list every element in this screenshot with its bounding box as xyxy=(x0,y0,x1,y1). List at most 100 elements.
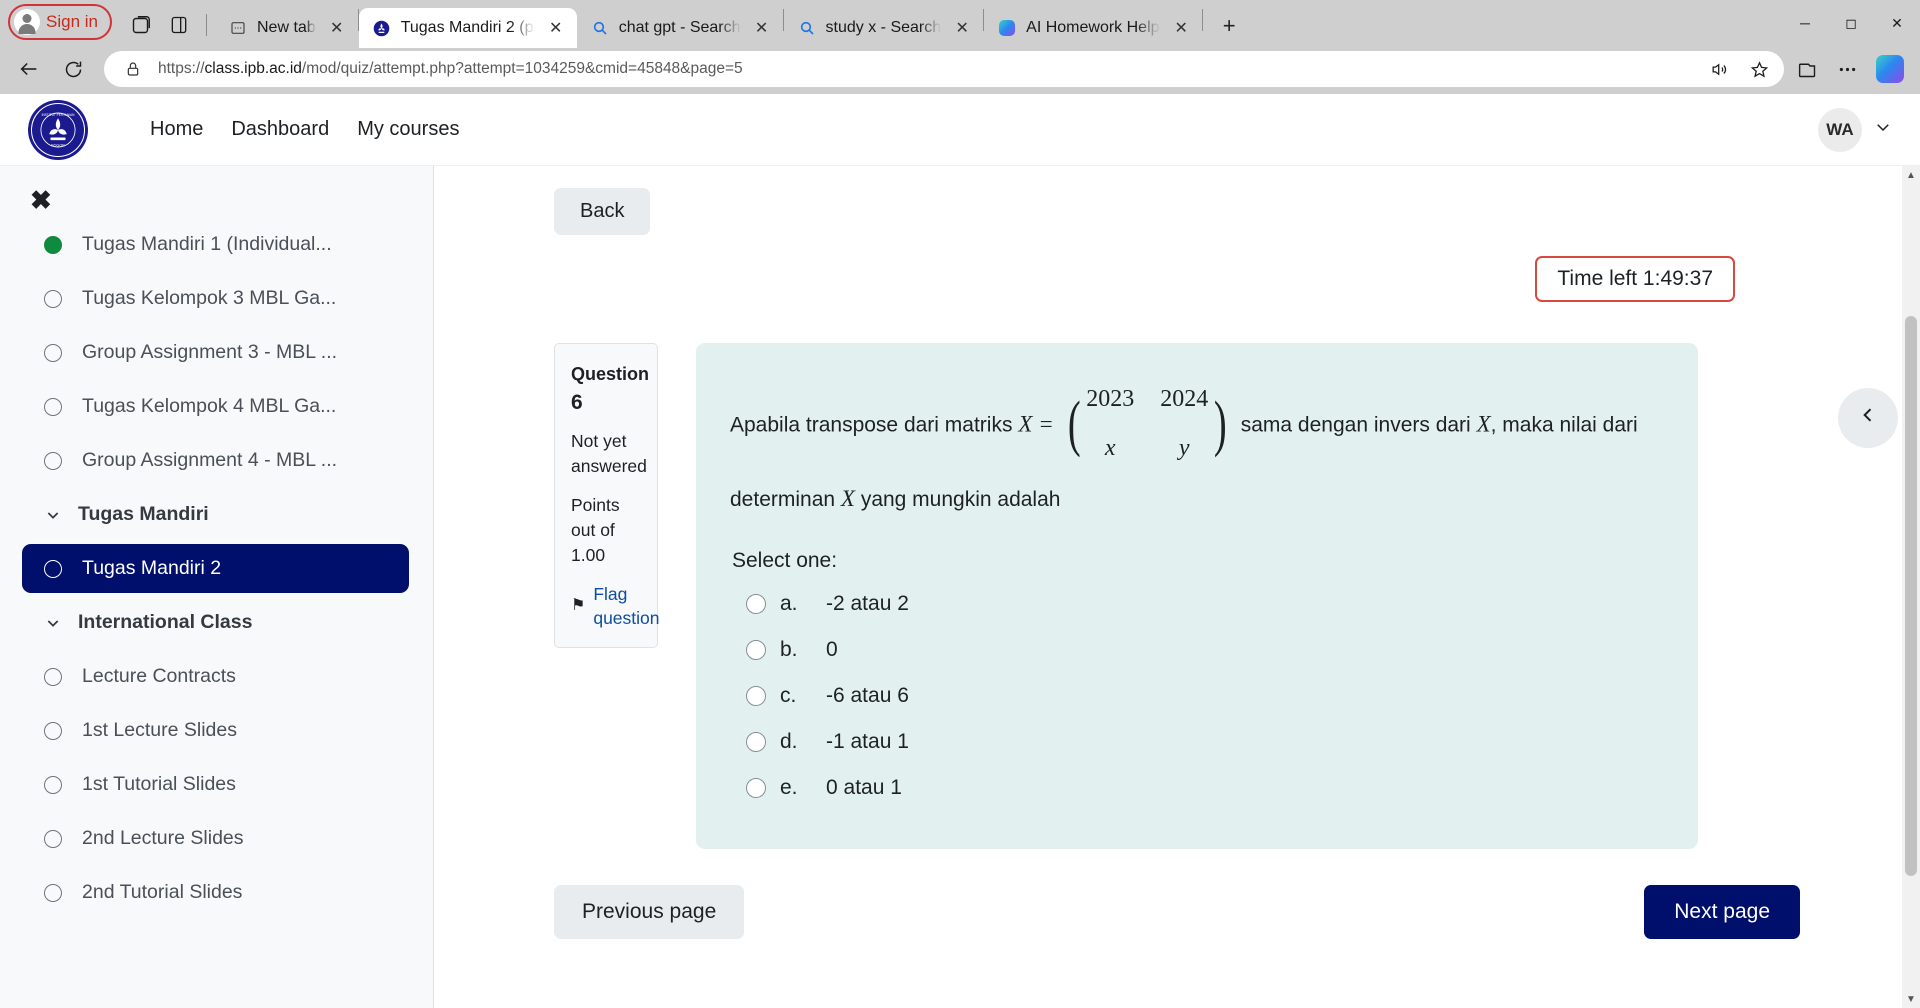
matrix-left-paren: ( xyxy=(1067,390,1081,458)
split-screen-icon[interactable] xyxy=(162,8,196,42)
completion-dot-icon xyxy=(44,559,62,578)
tab-close-icon[interactable]: ✕ xyxy=(545,17,567,39)
close-icon[interactable]: ✖ xyxy=(30,185,52,216)
question-equals: = xyxy=(1038,411,1054,437)
sign-in-button[interactable]: Sign in xyxy=(8,4,112,40)
page-scrollbar-thumb[interactable] xyxy=(1905,316,1917,876)
sidebar-section-international-class[interactable]: International Class xyxy=(22,598,409,647)
back-button[interactable]: Back xyxy=(554,188,651,235)
question-info-panel: Question 6 Not yet answered Points out o… xyxy=(554,343,660,649)
user-menu[interactable]: WA xyxy=(1818,107,1892,152)
answer-text: -1 atau 1 xyxy=(826,729,909,753)
new-tab-button[interactable]: + xyxy=(1211,8,1247,44)
back-arrow-icon[interactable] xyxy=(10,50,48,88)
sidebar-item-lecture-contracts[interactable]: Lecture Contracts xyxy=(22,652,409,701)
browser-tab-0[interactable]: New tab ✕ xyxy=(215,8,358,48)
ellipsis-icon[interactable] xyxy=(1830,52,1864,86)
tab-close-icon[interactable]: ✕ xyxy=(326,17,348,39)
radio-icon[interactable] xyxy=(746,777,766,798)
radio-icon[interactable] xyxy=(746,685,766,706)
question-points: Points out of 1.00 xyxy=(571,495,620,565)
sidebar-scroll-area[interactable]: Tugas Mandiri 1 (Individual... Tugas Kel… xyxy=(0,234,433,1008)
radio-icon[interactable] xyxy=(746,731,766,752)
answer-option-b[interactable]: b. 0 xyxy=(730,627,1658,673)
refresh-icon[interactable] xyxy=(54,50,92,88)
sidebar-item-tugas-mandiri-2[interactable]: Tugas Mandiri 2 xyxy=(22,544,409,593)
page-scrollbar[interactable]: ▲ ▼ xyxy=(1902,166,1920,1008)
page-scroll-down-icon[interactable]: ▼ xyxy=(1902,990,1920,1008)
browser-chrome: Sign in New tab ✕ Tugas Mandiri 2 (p ✕ c… xyxy=(0,0,1920,94)
quiz-timer: Time left 1:49:37 xyxy=(1535,256,1735,302)
completion-dot-icon xyxy=(44,235,62,254)
copilot-favicon xyxy=(998,19,1016,37)
read-aloud-icon[interactable] xyxy=(1704,54,1734,84)
nav-link-my-courses[interactable]: My courses xyxy=(343,110,473,149)
url-bar[interactable]: https://class.ipb.ac.id/mod/quiz/attempt… xyxy=(104,51,1784,87)
workspaces-icon[interactable] xyxy=(124,8,158,42)
sidebar-section-tugas-mandiri[interactable]: Tugas Mandiri xyxy=(22,490,409,539)
radio-icon[interactable] xyxy=(746,593,766,614)
chevron-down-icon xyxy=(44,615,62,631)
answer-letter: b. xyxy=(780,637,798,661)
sidebar-item-group-assignment-4[interactable]: Group Assignment 4 - MBL ... xyxy=(22,436,409,485)
answer-option-e[interactable]: e. 0 atau 1 xyxy=(730,765,1658,811)
sidebar-item-tugas-kelompok-3[interactable]: Tugas Kelompok 3 MBL Ga... xyxy=(22,274,409,323)
question-row: Question 6 Not yet answered Points out o… xyxy=(554,343,1920,849)
question-matrix: ( 2023 2024 x y ) xyxy=(1064,375,1231,473)
sidebar-item-label: Lecture Contracts xyxy=(82,665,236,687)
chevron-down-icon[interactable] xyxy=(1874,118,1892,141)
tab-close-icon[interactable]: ✕ xyxy=(951,17,973,39)
profile-avatar-icon xyxy=(14,9,40,35)
answer-letter: d. xyxy=(780,729,798,753)
sidebar-item-tugas-mandiri-1[interactable]: Tugas Mandiri 1 (Individual... xyxy=(22,234,409,269)
minimize-button[interactable]: ─ xyxy=(1782,0,1828,46)
browser-tab-4[interactable]: AI Homework Helper ✕ xyxy=(984,8,1202,48)
search-icon xyxy=(591,19,609,37)
browser-tab-3[interactable]: study x - Search ✕ xyxy=(784,8,984,48)
tab-close-icon[interactable]: ✕ xyxy=(1170,17,1192,39)
completion-dot-icon xyxy=(44,397,62,416)
block-drawer-toggle[interactable] xyxy=(1838,388,1898,448)
copilot-icon[interactable] xyxy=(1876,55,1904,83)
tab-close-icon[interactable]: ✕ xyxy=(751,17,773,39)
window-controls: ─ ◻ ✕ xyxy=(1782,0,1920,48)
star-icon[interactable] xyxy=(1744,54,1774,84)
answer-letter: a. xyxy=(780,591,798,615)
next-page-button[interactable]: Next page xyxy=(1644,884,1800,939)
nav-link-home[interactable]: Home xyxy=(136,110,217,149)
tab-title: Tugas Mandiri 2 (page xyxy=(400,19,535,36)
answer-option-a[interactable]: a. -2 atau 2 xyxy=(730,581,1658,627)
matrix-grid: 2023 2024 x y xyxy=(1084,375,1210,473)
tab-title: study x - Search xyxy=(825,19,942,36)
answer-text: 0 atau 1 xyxy=(826,775,902,799)
question-number: Question 6 xyxy=(571,362,649,417)
completion-dot-icon xyxy=(44,721,62,740)
browser-tab-1[interactable]: Tugas Mandiri 2 (page ✕ xyxy=(358,8,577,48)
question-state: Not yet answered xyxy=(571,431,647,477)
answer-letter: e. xyxy=(780,775,798,799)
collections-icon[interactable] xyxy=(1790,52,1824,86)
previous-page-button[interactable]: Previous page xyxy=(554,884,745,939)
course-index-sidebar: ✖ Tugas Mandiri 1 (Individual... Tugas K… xyxy=(0,166,434,1008)
browser-tab-2[interactable]: chat gpt - Search ✕ xyxy=(577,8,783,48)
nav-link-dashboard[interactable]: Dashboard xyxy=(217,110,343,149)
sidebar-item-2nd-tutorial-slides[interactable]: 2nd Tutorial Slides xyxy=(22,868,409,917)
question-text: Apabila transpose dari matriks X = ( 202… xyxy=(730,377,1658,523)
page-scroll-up-icon[interactable]: ▲ xyxy=(1902,166,1920,184)
quiz-content: Back Time left 1:49:37 Question 6 Not ye… xyxy=(434,166,1920,1008)
close-window-button[interactable]: ✕ xyxy=(1874,0,1920,46)
sidebar-item-1st-lecture-slides[interactable]: 1st Lecture Slides xyxy=(22,706,409,755)
radio-icon[interactable] xyxy=(746,639,766,660)
sidebar-item-tugas-kelompok-4[interactable]: Tugas Kelompok 4 MBL Ga... xyxy=(22,382,409,431)
question-number-value: 6 xyxy=(571,390,583,414)
question-text-end: yang mungkin adalah xyxy=(860,488,1061,512)
sidebar-item-group-assignment-3[interactable]: Group Assignment 3 - MBL ... xyxy=(22,328,409,377)
sidebar-item-1st-tutorial-slides[interactable]: 1st Tutorial Slides xyxy=(22,760,409,809)
question-var-x3: X xyxy=(840,486,855,512)
maximize-button[interactable]: ◻ xyxy=(1828,0,1874,46)
answer-option-d[interactable]: d. -1 atau 1 xyxy=(730,719,1658,765)
answer-option-c[interactable]: c. -6 atau 6 xyxy=(730,673,1658,719)
sidebar-item-2nd-lecture-slides[interactable]: 2nd Lecture Slides xyxy=(22,814,409,863)
ipb-university-logo[interactable]: BOGOR INSTITUT PERTANIAN xyxy=(28,99,88,160)
flag-question-button[interactable]: ⚑ Flag question xyxy=(571,582,660,632)
